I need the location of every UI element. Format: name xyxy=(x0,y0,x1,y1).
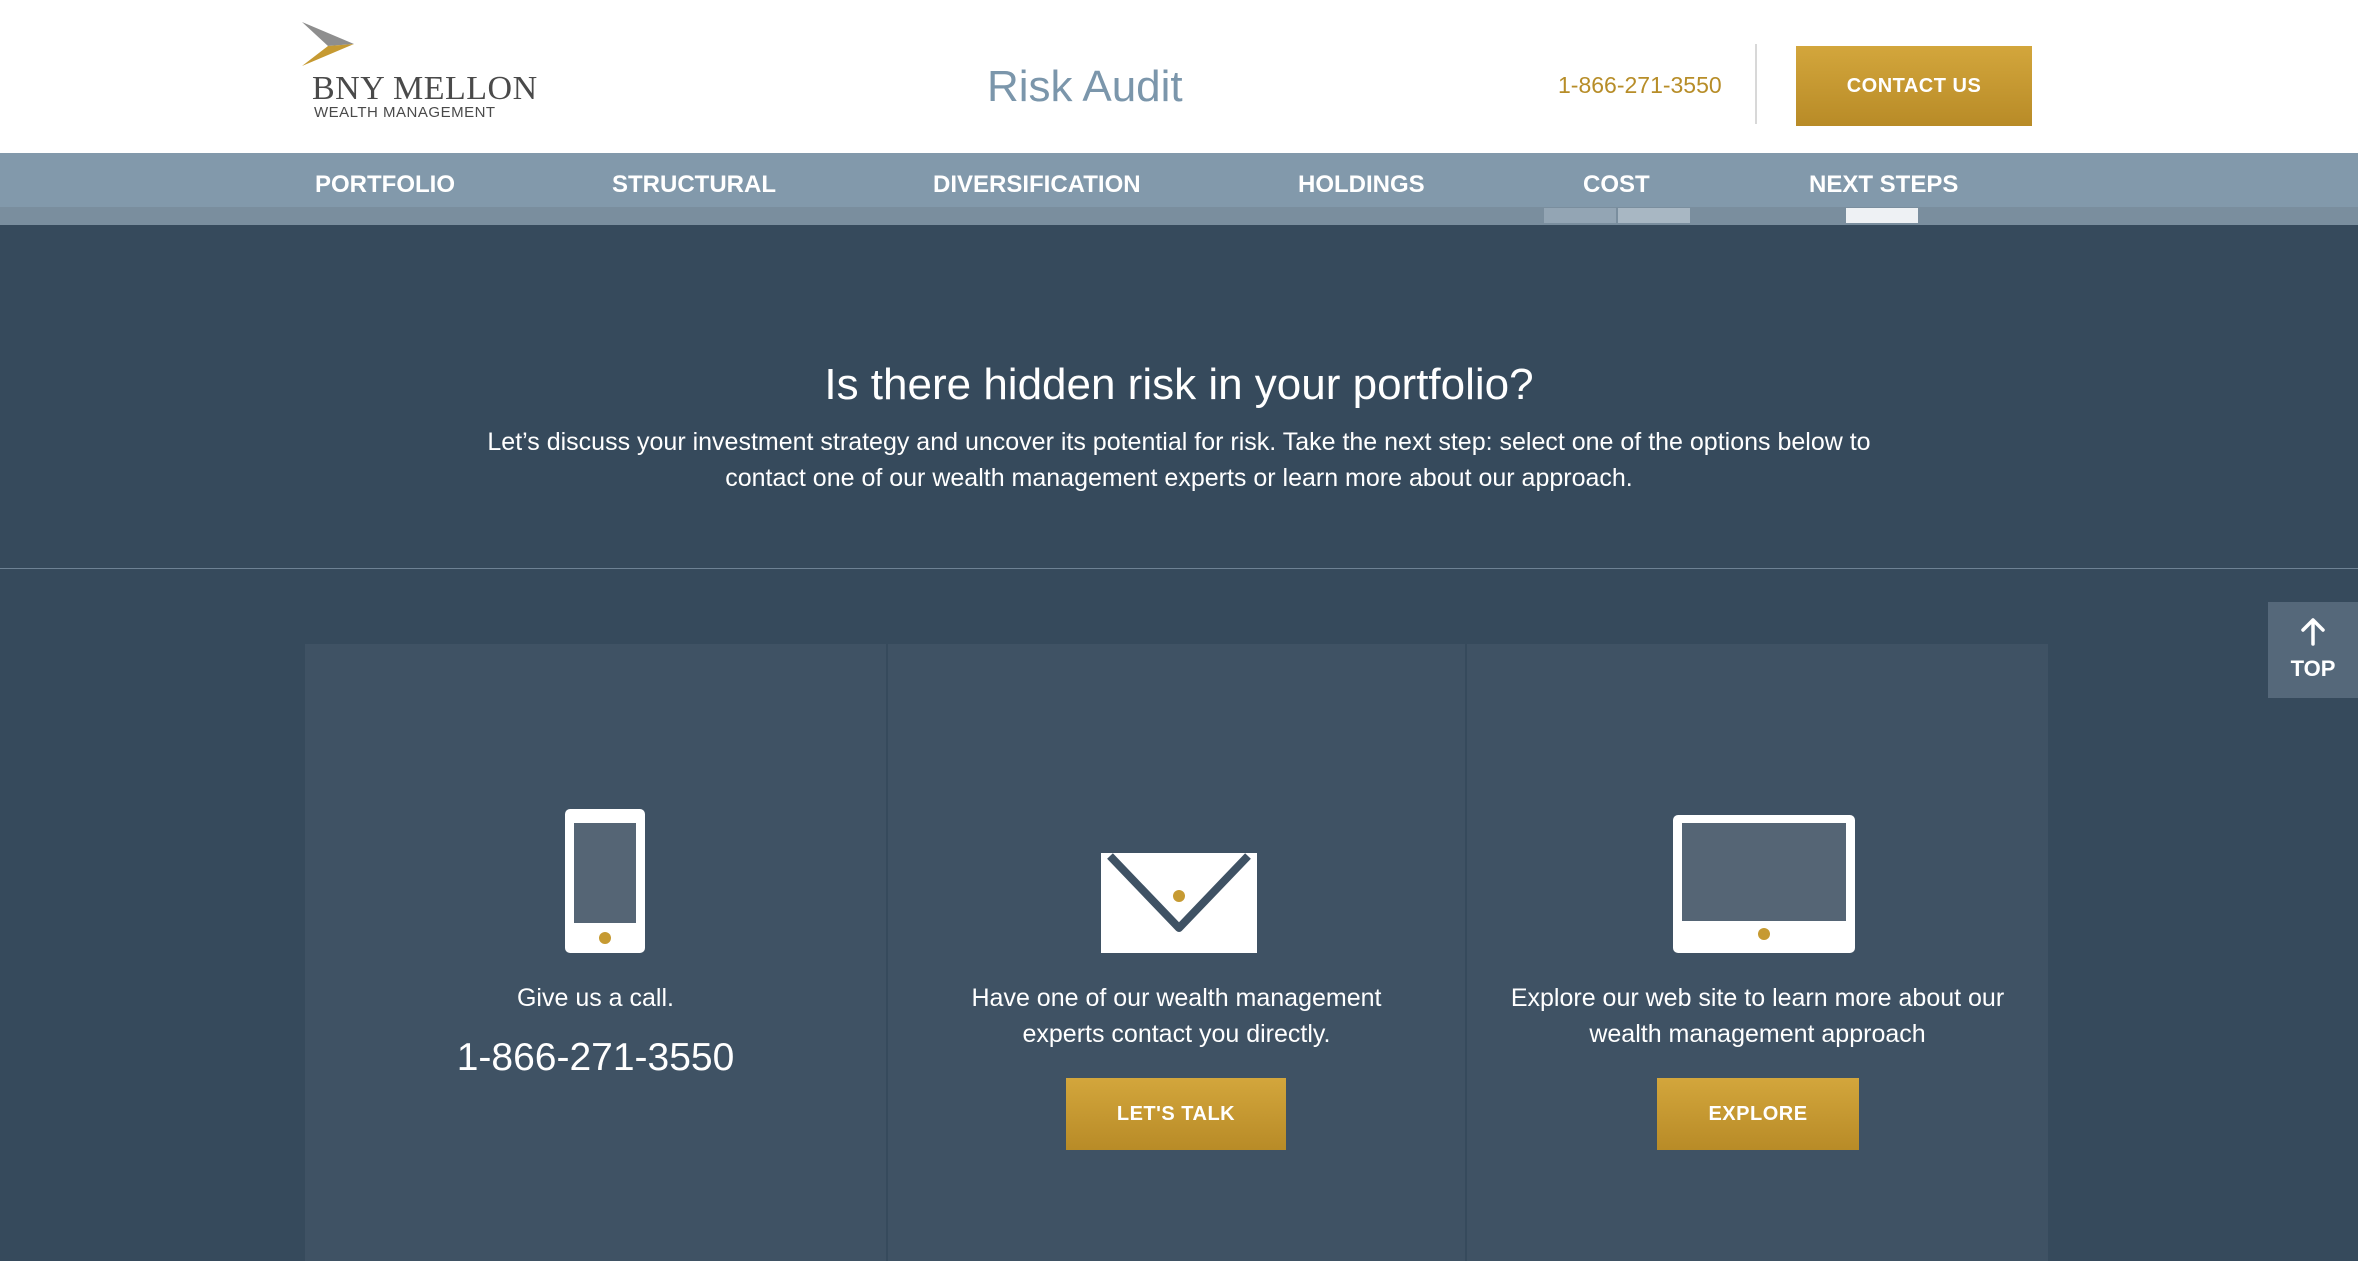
progress-segment-active xyxy=(1846,208,1918,223)
envelope-icon xyxy=(1101,853,1257,953)
progress-segment-cost-a xyxy=(1544,208,1616,223)
call-option-text: Give us a call. xyxy=(516,984,674,1012)
explore-option-text: Explore our web site to learn more about… xyxy=(1510,984,2005,1048)
nav-item-next-steps[interactable]: NEXT STEPS xyxy=(1809,171,1958,199)
nav-item-portfolio[interactable]: PORTFOLIO xyxy=(315,171,455,199)
hero-text: Let’s discuss your investment strategy a… xyxy=(487,428,1871,492)
nav-item-cost[interactable]: COST xyxy=(1583,171,1650,199)
header-divider xyxy=(1755,44,1757,124)
explore-button[interactable]: EXPLORE xyxy=(1657,1078,1859,1150)
call-option-card: Give us a call. 1-866-271-3550 xyxy=(305,644,886,1261)
bny-mellon-logo[interactable]: BNY MELLON WEALTH MANAGEMENT xyxy=(300,22,537,122)
logo-wordmark: BNY MELLON xyxy=(312,70,538,107)
section-nav: PORTFOLIO STRUCTURAL DIVERSIFICATION HOL… xyxy=(0,153,2358,207)
arrow-up-icon xyxy=(2268,616,2358,652)
back-to-top-button[interactable]: TOP xyxy=(2268,602,2358,698)
header-phone-link[interactable]: 1-866-271-3550 xyxy=(1558,72,1722,99)
back-to-top-label: TOP xyxy=(2290,656,2336,681)
section-divider xyxy=(0,568,2358,569)
nav-item-structural[interactable]: STRUCTURAL xyxy=(612,171,776,199)
next-steps-options: Give us a call. 1-866-271-3550 Have one … xyxy=(305,644,2048,1261)
nav-item-diversification[interactable]: DIVERSIFICATION xyxy=(933,171,1141,199)
phone-icon xyxy=(565,809,645,953)
progress-segment-cost-b xyxy=(1618,208,1690,223)
tablet-icon xyxy=(1673,815,1855,953)
call-option-phone[interactable]: 1-866-271-3550 xyxy=(305,1036,886,1080)
logo-emblem-icon xyxy=(302,22,354,66)
nav-item-holdings[interactable]: HOLDINGS xyxy=(1298,171,1425,199)
lets-talk-button[interactable]: LET'S TALK xyxy=(1066,1078,1286,1150)
logo-subtitle: WEALTH MANAGEMENT xyxy=(314,104,496,121)
talk-option-text: Have one of our wealth management expert… xyxy=(971,984,1382,1048)
explore-option-card: Explore our web site to learn more about… xyxy=(1467,644,2048,1261)
section-progress-bar xyxy=(0,207,2358,225)
page-title: Risk Audit xyxy=(987,62,1183,111)
talk-option-card: Have one of our wealth management expert… xyxy=(888,644,1465,1261)
site-header: BNY MELLON WEALTH MANAGEMENT Risk Audit … xyxy=(0,0,2358,153)
hero-title: Is there hidden risk in your portfolio? xyxy=(824,360,1534,409)
contact-us-button[interactable]: CONTACT US xyxy=(1796,46,2032,126)
